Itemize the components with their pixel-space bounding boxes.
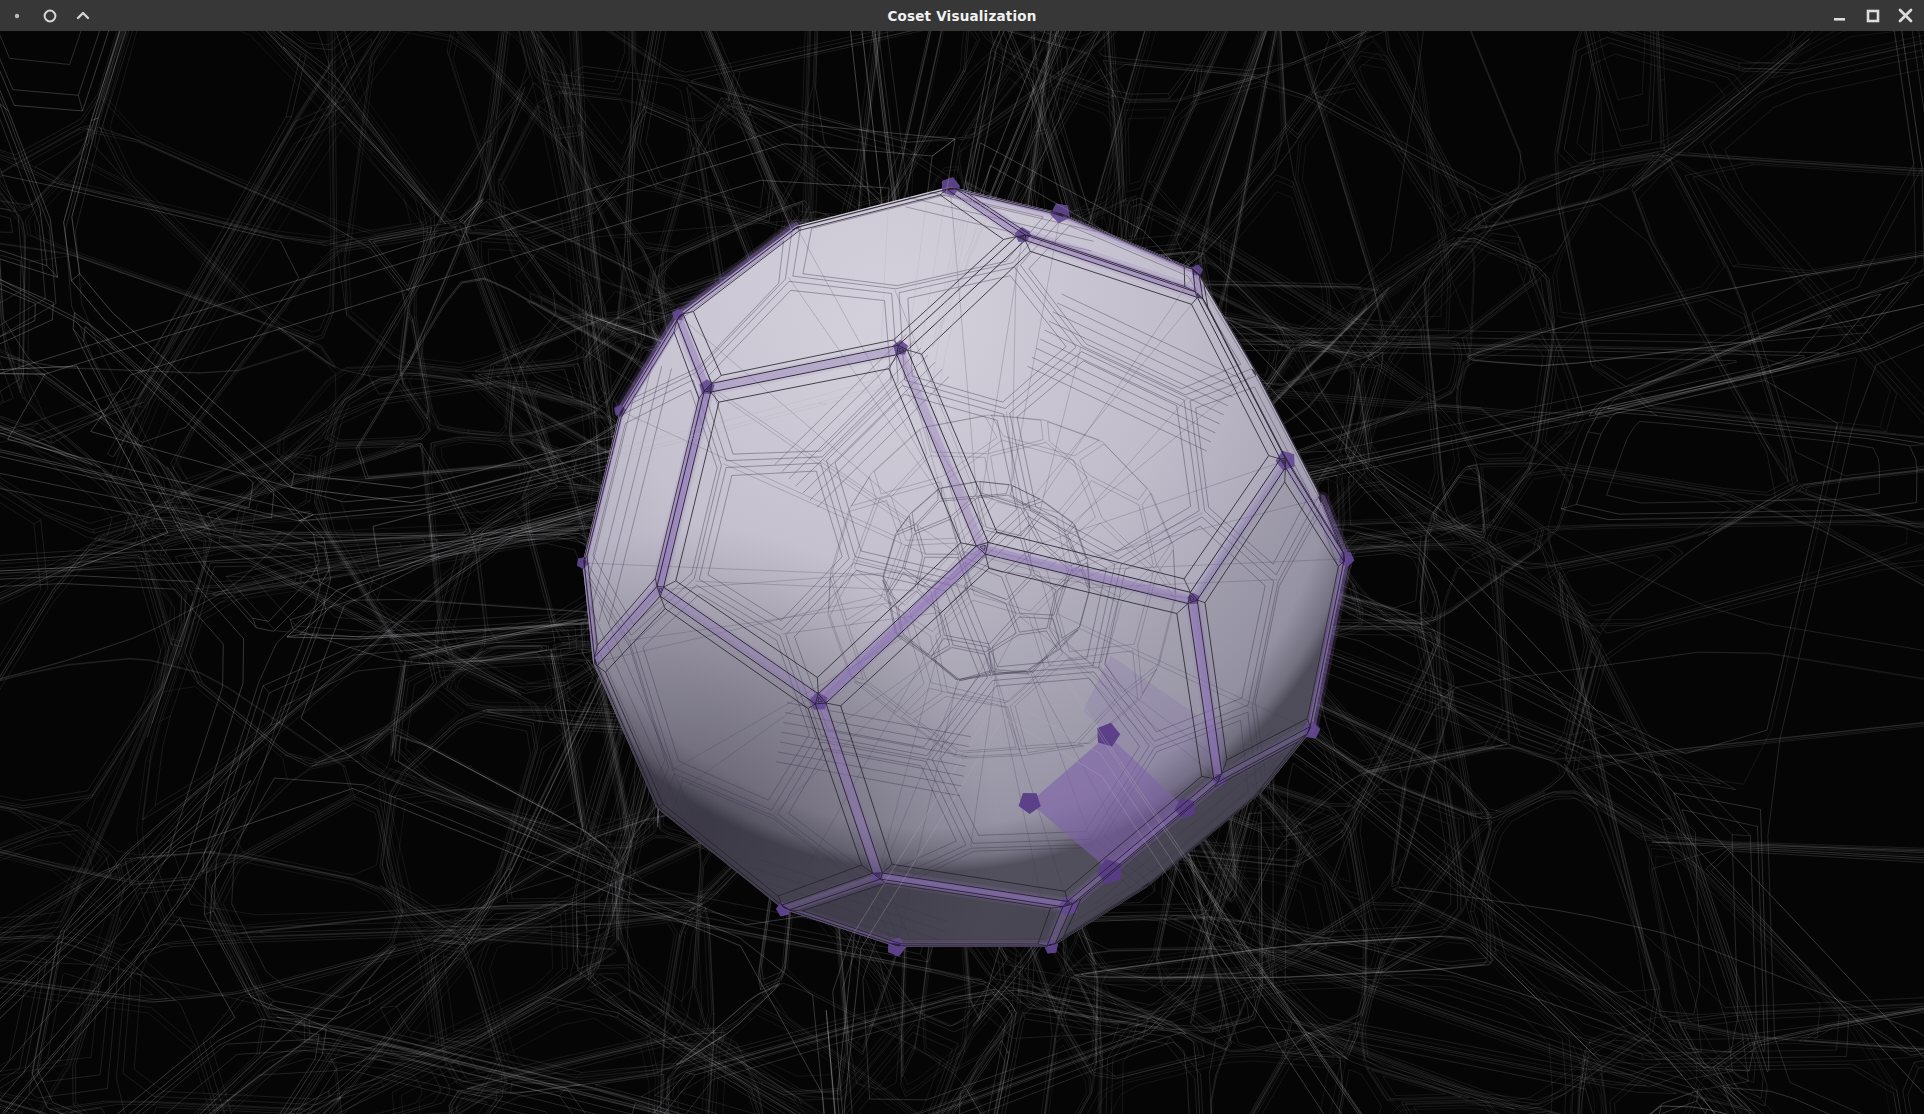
viewport-3d[interactable]: [0, 31, 1924, 1114]
titlebar[interactable]: Coset Visualization: [0, 0, 1924, 31]
close-button[interactable]: [1889, 0, 1922, 31]
maximize-button[interactable]: [1856, 0, 1889, 31]
window-title: Coset Visualization: [0, 8, 1924, 24]
minimize-button[interactable]: [1823, 0, 1856, 31]
